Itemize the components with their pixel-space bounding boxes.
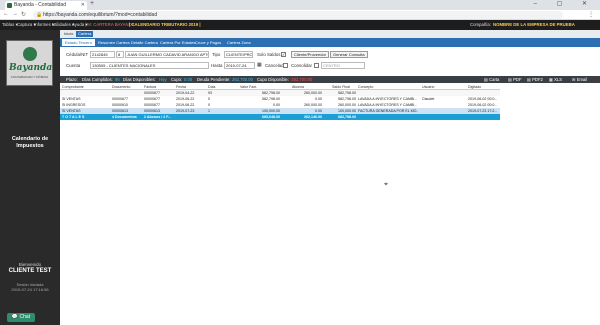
tab-title: Bayanda - Contabilidad (14, 2, 66, 8)
sidebar: Bayanda CONTABILIDAD Y NÓMINA Bienvenido… (0, 30, 60, 325)
table-cell: 4 Documentos (112, 115, 137, 119)
window-controls[interactable]: – ▢ ✕ (534, 0, 596, 7)
consolidar-label: Consolidar (291, 63, 312, 68)
main-content: Inicio Cartera Estado Tercero Resumen Ca… (60, 30, 600, 325)
dias-cumplidos-value: 95 (115, 77, 120, 82)
centro-select[interactable]: CENTRO (321, 62, 365, 69)
app-menubar: Tablas ▾ Captura ▾ Informes ▾ Utilidades… (0, 20, 600, 30)
table-cell: 262,146.00 (304, 115, 322, 119)
chat-icon: 💬 (11, 314, 19, 320)
cupo-value: 0.00 (184, 77, 193, 82)
cuenta-label: Cuenta (66, 63, 81, 68)
tab-cartera[interactable]: Cartera (76, 31, 94, 37)
logo-subtitle: CONTABILIDAD Y NÓMINA (10, 75, 49, 79)
forward-icon[interactable]: → (12, 11, 18, 17)
canceladas-checkbox[interactable] (283, 63, 288, 68)
cedula-input[interactable]: 2142845 (90, 51, 115, 58)
dv-input[interactable]: 8 (116, 51, 124, 58)
subtab-detalle-cartera[interactable]: Detalle Cartera (128, 39, 161, 46)
table-cell: 685,648.00 (262, 115, 280, 119)
cupo-disponible-value: -262,700.00 (290, 77, 313, 82)
generar-consulta-button[interactable]: Generar Consulta (330, 51, 368, 58)
logo-text: Bayanda (9, 63, 53, 73)
subtab-cruce-pagos[interactable]: Cruce y Pagos (192, 39, 224, 46)
table-cell: T O T A L E S (62, 115, 85, 119)
reload-icon[interactable]: ↻ (21, 11, 26, 18)
browser-tabstrip: Bayanda - Contabilidad ✕ + – ▢ ✕ (0, 0, 600, 10)
module-label: | M: CARTERA BAYANDA (85, 22, 135, 27)
cupo-disponible-label: Cupo Disponible: (257, 77, 289, 82)
sub-nav: Estado Tercero Resumen Cartera Detalle C… (60, 38, 600, 47)
status-bar: Plazo: Días Cumplidos: 95 Días Disponibl… (60, 76, 600, 83)
top-nav: Inicio Cartera (60, 30, 600, 38)
calendar-title-1[interactable]: Calendario de (0, 136, 60, 142)
calendar-label[interactable]: | CALENDARIO TRIBUTARIO 2019 | (129, 20, 201, 30)
solo-saldos-label: Solo Saldos (257, 52, 281, 57)
solo-saldos-checkbox[interactable]: ✓ (281, 52, 286, 57)
subtab-cartera-zona[interactable]: Cartera Zona (224, 39, 254, 46)
lock-icon: 🔒 (36, 12, 43, 18)
welcome-text: Bienvenido (18, 262, 42, 267)
tercero-input[interactable]: JUAN GUILLERMO CADAVID ARANGO APTO (125, 51, 209, 58)
export-pdf-button[interactable]: ▤ PDF (508, 76, 522, 83)
export-pdf2-button[interactable]: ▤ PDF2 (527, 76, 543, 83)
address-bar: ← → ↻ 🔒 https://bayanda.com/equilibrium/… (0, 10, 600, 20)
table-body: 00000677 2019-04-22 93 582,798.00 260,000.00… (60, 90, 500, 120)
cliente-proveedor-button[interactable]: Cliente/Proveedor (291, 51, 330, 58)
cedula-label: Cédula/NIT (66, 52, 89, 57)
url-text: https://bayanda.com/equilibrium/?mod=con… (43, 12, 158, 18)
hasta-label: Hasta (211, 63, 223, 68)
dias-disponibles-label: Días Disponibles: (123, 77, 156, 82)
totals-row[interactable]: T O T A L E S 4 Documentos 2 Abonos / 2 F.… (60, 114, 500, 120)
export-carta-button[interactable]: ▤ Carta (484, 76, 499, 83)
browser-tab[interactable]: Bayanda - Contabilidad ✕ (5, 1, 87, 10)
deuda-value: 262,700.00 (232, 77, 253, 82)
cuenta-select[interactable]: 130505 - CLIENTES NACIONALES (90, 62, 209, 69)
consolidar-checkbox[interactable] (314, 63, 319, 68)
tipo-label: Tipo (212, 52, 221, 57)
subtab-estado-tercero[interactable]: Estado Tercero (62, 39, 95, 46)
back-icon[interactable]: ← (3, 11, 9, 17)
close-tab-icon[interactable]: ✕ (81, 1, 85, 10)
cartera-table: Comprobante Documento Factura Fecha Días… (60, 84, 500, 120)
session-date: 2019-07-24 17:16:56 (11, 287, 49, 292)
dias-cumplidos-label: Días Cumplidos: (82, 77, 113, 82)
menu-captura[interactable]: Captura ▾ (17, 20, 36, 30)
client-name: CLIENTE TEST (8, 268, 52, 274)
subtab-resumen-cartera[interactable]: Resumen Cartera (95, 39, 133, 46)
calendar-title-2[interactable]: Impuestos (0, 143, 60, 149)
export-email-button[interactable]: ✉ Email (572, 76, 587, 83)
filter-form: Cédula/NIT 2142845 8 JUAN GUILLERMO CADA… (60, 47, 600, 75)
tipo-select[interactable]: CLIENTE/PROVE (224, 51, 253, 58)
table-cell: 2 Abonos / 2 F... (144, 115, 172, 119)
company-logo: Bayanda CONTABILIDAD Y NÓMINA (6, 40, 53, 86)
dias-disponibles-value: Hoy (159, 77, 167, 82)
plazo-label: Plazo: (66, 77, 78, 82)
chat-label: Chat (19, 314, 31, 320)
hasta-date-input[interactable]: 2019-07-24 (224, 62, 255, 69)
company-name: NOMBRE DE LA EMPRESA DE PRUEBA (493, 22, 575, 27)
mouse-cursor-icon: ⌖ (384, 181, 388, 188)
company-label: Compañía: (470, 22, 492, 27)
table-cell: 682,798.00 (338, 115, 356, 119)
tab-inicio[interactable]: Inicio (62, 31, 75, 37)
favicon-icon (7, 3, 12, 8)
url-field[interactable]: 🔒 https://bayanda.com/equilibrium/?mod=c… (33, 11, 563, 19)
menu-tablas[interactable]: Tablas ▾ (2, 20, 18, 30)
export-xls-button[interactable]: ▦ XLS (549, 76, 562, 83)
horse-logo-icon (23, 47, 37, 61)
calendar-icon[interactable]: ▦ (257, 62, 262, 68)
deuda-label: Deuda Pendiente: (197, 77, 231, 82)
menu-utilidades[interactable]: Utilidades ▾ (52, 20, 74, 30)
new-tab-icon[interactable]: + (90, 0, 94, 7)
chat-button[interactable]: 💬 Chat (7, 313, 35, 322)
browser-menu-icon[interactable]: ⋮ (588, 11, 594, 18)
cupo-label: Cupo: (171, 77, 183, 82)
